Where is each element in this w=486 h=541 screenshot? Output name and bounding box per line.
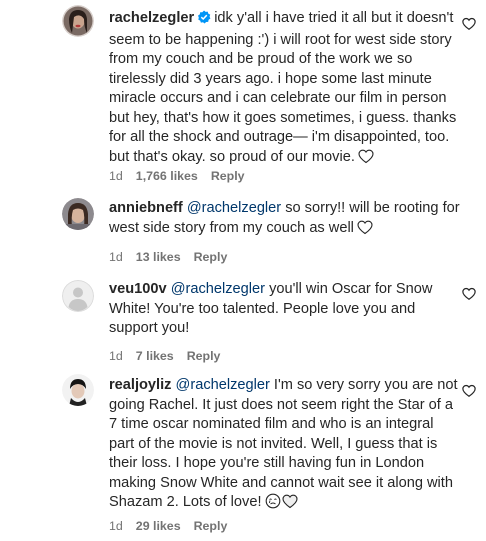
comment-time: 1d: [109, 349, 123, 363]
mention-link[interactable]: @rachelzegler: [171, 281, 265, 297]
comment-meta: 1d 13 likes Reply: [109, 250, 240, 264]
heart-outline-icon[interactable]: [462, 384, 476, 398]
white-heart-emoji-icon: [358, 149, 374, 171]
comment-text: veu100v @rachelzegler you'll win Oscar f…: [109, 281, 433, 336]
likes-count[interactable]: 1,766 likes: [136, 169, 198, 183]
heart-outline-icon[interactable]: [462, 17, 476, 31]
avatar[interactable]: [62, 374, 94, 406]
comment-realjoyliz: realjoyliz @rachelzegler I'm so very sor…: [0, 370, 486, 541]
comment-text: realjoyliz @rachelzegler I'm so very sor…: [109, 376, 459, 516]
comment-username[interactable]: veu100v: [109, 281, 167, 297]
reply-button[interactable]: Reply: [194, 519, 228, 533]
reply-button[interactable]: Reply: [211, 169, 245, 183]
avatar[interactable]: [62, 280, 94, 312]
comment-text: rachelzegler idk y'all i have tried it al…: [109, 9, 459, 170]
likes-count[interactable]: 7 likes: [136, 349, 174, 363]
comment-time: 1d: [109, 250, 123, 264]
comment-username[interactable]: realjoyliz: [109, 377, 171, 393]
comment-username[interactable]: anniebneff: [109, 200, 183, 216]
reply-button[interactable]: Reply: [194, 250, 228, 264]
comment-meta: 1d 29 likes Reply: [109, 519, 240, 533]
heart-outline-icon[interactable]: [462, 287, 476, 301]
avatar[interactable]: [62, 198, 94, 230]
white-heart-emoji-icon: [281, 494, 298, 516]
reply-button[interactable]: Reply: [187, 349, 221, 363]
comment-username[interactable]: rachelzegler: [109, 10, 194, 26]
comment-meta: 1d 1,766 likes Reply: [109, 169, 258, 183]
mention-link[interactable]: @rachelzegler: [187, 200, 281, 216]
verified-badge-icon: [197, 10, 211, 31]
comment-time: 1d: [109, 519, 123, 533]
comment-text: anniebneff @rachelzegler so sorry!! will…: [109, 199, 460, 242]
crying-face-emoji-icon: [265, 493, 281, 516]
comment-anniebneff: anniebneff @rachelzegler so sorry!! will…: [0, 195, 486, 275]
comment-veu100v: veu100v @rachelzegler you'll win Oscar f…: [0, 275, 486, 370]
likes-count[interactable]: 13 likes: [136, 250, 181, 264]
likes-count[interactable]: 29 likes: [136, 519, 181, 533]
white-heart-emoji-icon: [357, 220, 373, 242]
comment-time: 1d: [109, 169, 123, 183]
avatar[interactable]: [62, 5, 94, 37]
comment-meta: 1d 7 likes Reply: [109, 349, 233, 363]
mention-link[interactable]: @rachelzegler: [176, 377, 270, 393]
comment-rachelzegler: rachelzegler idk y'all i have tried it al…: [0, 0, 486, 195]
